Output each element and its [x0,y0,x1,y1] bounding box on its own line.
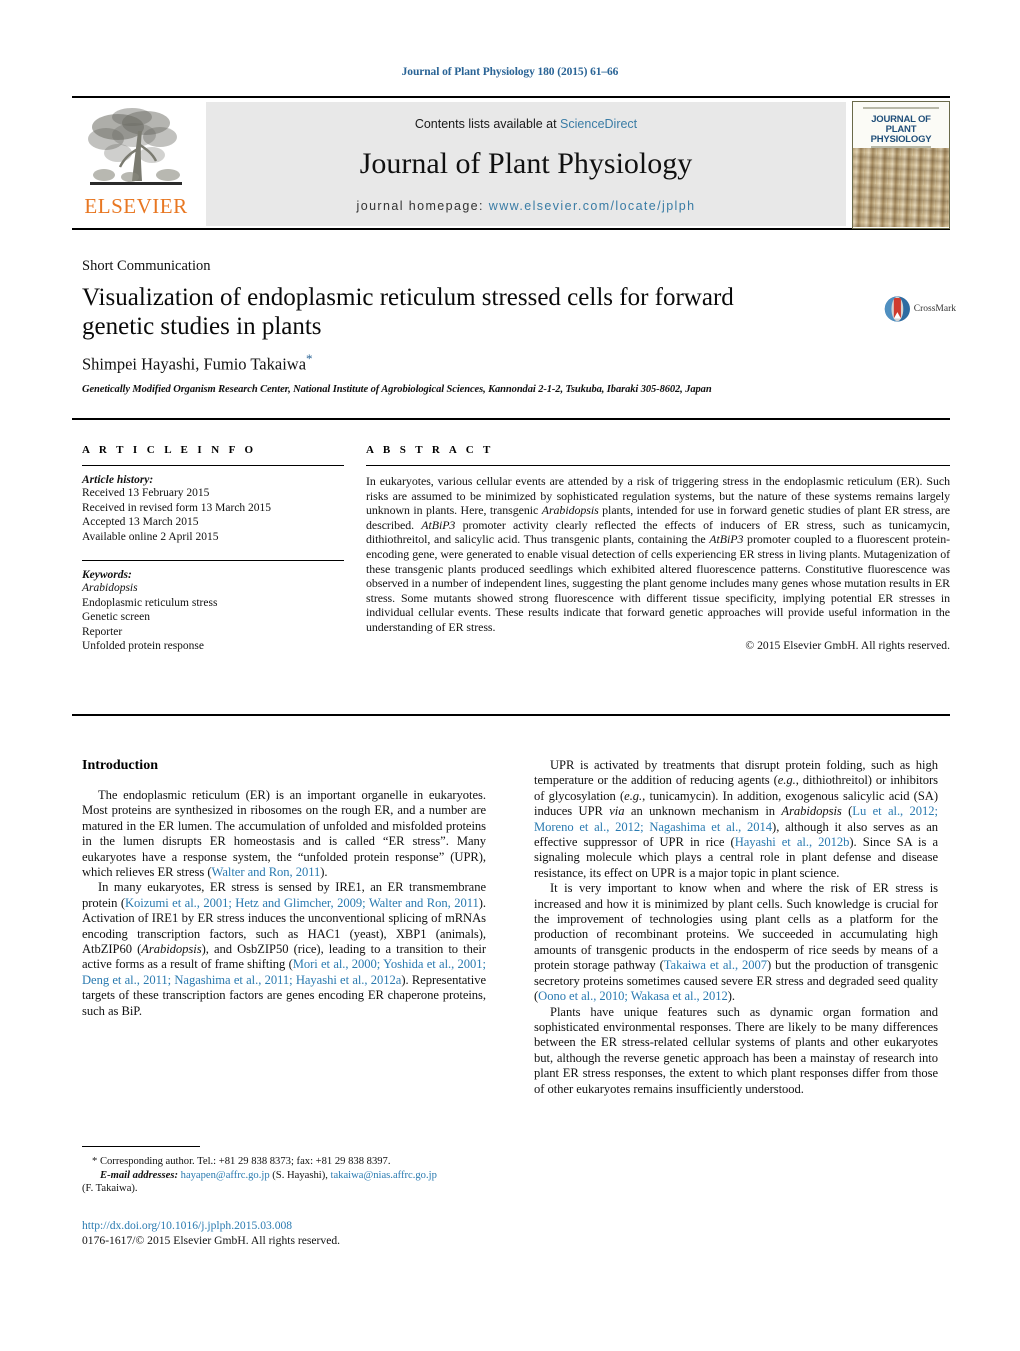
abstract-copyright: © 2015 Elsevier GmbH. All rights reserve… [745,638,950,652]
para-text: an unknown mechanism in [624,804,782,819]
keyword-item: Reporter [82,625,123,638]
cover-top-panel: JOURNAL OF PLANT PHYSIOLOGY [853,102,949,150]
article-history-item: Available online 2 April 2015 [82,530,219,543]
crossmark-badge[interactable]: CrossMark [884,284,956,334]
corresponding-author-note: * Corresponding author. Tel.: +81 29 838… [92,1156,391,1167]
abstract-italic-3: AtBiP3 [709,532,744,547]
keywords-rule [82,560,344,561]
homepage-url-link[interactable]: www.elsevier.com/locate/jplph [489,199,696,213]
email-link-1[interactable]: hayapen@affrc.go.jp [181,1170,270,1181]
abstract-heading: A B S T R A C T [366,444,494,456]
article-type-label: Short Communication [82,258,211,274]
article-history-label: Article history: [82,474,154,486]
para-italic: Arabidopsis [781,804,842,819]
sciencedirect-link[interactable]: ScienceDirect [560,117,637,131]
introduction-heading: Introduction [82,758,158,773]
article-history-item: Received 13 February 2015 [82,487,210,499]
citation-link[interactable]: Koizumi et al., 2001; Hetz and Glimcher,… [125,896,479,910]
paragraph: The endoplasmic reticulum (ER) is an imp… [82,788,486,880]
citation-link[interactable]: Takaiwa et al., 2007 [664,958,767,972]
keyword-item: Endoplasmic reticulum stress [82,596,218,609]
homepage-prefix: journal homepage: [356,199,489,213]
citation-link[interactable]: Walter and Ron, 2011 [212,865,321,879]
corresponding-author-marker: * [306,351,313,366]
para-text: ). [727,989,735,1004]
keyword-item: Arabidopsis [82,582,138,594]
article-info-heading: A R T I C L E I N F O [82,444,257,456]
abstract-italic-2: AtBiP3 [421,517,456,532]
contents-available-line: Contents lists available at ScienceDirec… [415,117,637,131]
keywords-label: Keywords: [82,569,132,581]
email-addresses-label: E-mail addresses: [100,1169,178,1181]
keyword-item: Genetic screen [82,611,151,623]
body-column-right: UPR is activated by treatments that disr… [534,758,938,1097]
article-history-item: Received in revised form 13 March 2015 [82,501,272,514]
affiliation: Genetically Modified Organism Research C… [82,384,712,395]
doi-link[interactable]: http://dx.doi.org/10.1016/j.jplph.2015.0… [82,1218,502,1233]
elsevier-logo: ELSEVIER [72,102,200,228]
para-text: ( [841,804,853,819]
page-title: Visualization of endoplasmic reticulum s… [82,284,734,340]
para-text: ). [320,865,328,880]
para-italic: e.g. [777,773,796,788]
abstract-text: In eukaryotes, various cellular events a… [366,474,950,635]
email-owner-2: (F. Takaiwa). [82,1183,138,1195]
elsevier-tree-icon [84,105,188,195]
para-italic: Arabidopsis [141,942,202,957]
crossmark-label: CrossMark [913,304,956,314]
paragraph: It is very important to know when and wh… [534,881,938,1004]
cover-title-line-2: PLANT PHYSIOLOGY [870,124,932,145]
article-history-item: Accepted 13 March 2015 [82,516,199,528]
doi-block: http://dx.doi.org/10.1016/j.jplph.2015.0… [82,1218,502,1248]
crossmark-icon [884,296,910,322]
elsevier-wordmark: ELSEVIER [84,194,188,218]
running-head: Journal of Plant Physiology 180 (2015) 6… [401,66,619,78]
divider-above-abstract [72,418,950,420]
article-info-section: A R T I C L E I N F O Article history: R… [82,444,344,654]
footnote-block: * Corresponding author. Tel.: +81 29 838… [82,1155,492,1196]
citation-link[interactable]: Oono et al., 2010; Wakasa et al., 2012 [538,989,728,1003]
email-link-2[interactable]: takaiwa@nias.affrc.go.jp [331,1170,437,1181]
journal-cover-thumbnail: JOURNAL OF PLANT PHYSIOLOGY [852,101,950,229]
keyword-item: Unfolded protein response [82,640,204,652]
abstract-part-4: promoter coupled to a fluorescent protei… [366,532,951,634]
author-list: Shimpei Hayashi, Fumio Takaiwa* [82,351,313,375]
cover-photo [853,148,949,227]
abstract-section: A B S T R A C T In eukaryotes, various c… [366,444,950,652]
cover-journal-title: JOURNAL OF PLANT PHYSIOLOGY [857,115,945,145]
masthead-center-panel: Contents lists available at ScienceDirec… [206,102,846,226]
abstract-rule [366,465,950,466]
footnote-divider [82,1146,200,1147]
email-addresses-note: E-mail addresses: hayapen@affrc.go.jp (S… [82,1169,492,1183]
para-italic: e.g. [624,788,643,803]
citation-link[interactable]: Hayashi et al., 2012b [735,835,850,849]
article-page: Journal of Plant Physiology 180 (2015) 6… [0,0,1020,1351]
contents-prefix: Contents lists available at [414,117,561,131]
paragraph: UPR is activated by treatments that disr… [534,758,938,881]
abstract-italic-1: Arabidopsis [541,503,599,518]
paragraph: In many eukaryotes, ER stress is sensed … [82,880,486,1019]
divider-below-abstract [72,714,950,716]
journal-masthead: ELSEVIER Contents lists available at Sci… [72,96,950,230]
cover-decor-line [863,107,939,109]
author-names: Shimpei Hayashi, Fumio Takaiwa [82,354,307,374]
journal-title: Journal of Plant Physiology [359,147,693,180]
para-italic: via [609,804,625,819]
paragraph: Plants have unique features such as dyna… [534,1004,938,1096]
body-column-left: Introduction The endoplasmic reticulum (… [82,758,486,1019]
journal-homepage-line: journal homepage: www.elsevier.com/locat… [357,199,696,213]
issn-copyright-line: 0176-1617/© 2015 Elsevier GmbH. All righ… [82,1234,341,1247]
article-info-rule [82,465,344,466]
email-owner-1: (S. Hayashi), [269,1169,331,1181]
